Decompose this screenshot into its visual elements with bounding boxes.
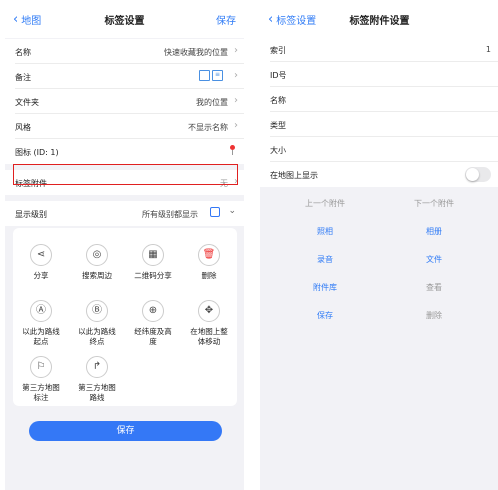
action-delete[interactable]: 🗑 删除 xyxy=(181,244,237,281)
action-label: 第三方地图路线 xyxy=(78,383,116,402)
cube-icon xyxy=(210,207,220,217)
image-icon xyxy=(199,70,210,81)
action-label: 分享 xyxy=(33,271,49,280)
row-value: 所有级别都显示 xyxy=(142,210,198,219)
row-label: 图标 (ID: 1) xyxy=(15,148,59,157)
row-type: 类型 xyxy=(260,112,498,137)
view-button[interactable]: 查看 xyxy=(379,282,489,293)
page-title: 标签设置 xyxy=(104,16,145,27)
settings-list: 名称 快速收藏我的位置 › 备注 ≡ › 文件夹 我的位置 › 风格 不显示名称… xyxy=(5,39,244,226)
action-qrcode[interactable]: ▦ 二维码分享 xyxy=(125,244,181,281)
list-icon: ≡ xyxy=(212,70,223,81)
camera-button[interactable]: 照相 xyxy=(270,226,380,237)
attachment-settings-panel: ‹ 标签设置 标签附件设置 索引 1 ID号 名称 类型 大小 在地图上显示 上… xyxy=(260,0,498,490)
nav-bar: ‹ 标签设置 标签附件设置 xyxy=(260,0,498,38)
qrcode-icon: ▦ xyxy=(142,244,164,266)
share-icon: ⋖ xyxy=(30,244,52,266)
trash-icon: 🗑 xyxy=(198,244,220,266)
row-id: ID号 xyxy=(260,62,498,87)
attachment-info-list: 索引 1 ID号 名称 类型 大小 在地图上显示 xyxy=(260,37,498,187)
action-share[interactable]: ⋖ 分享 xyxy=(13,244,69,281)
page-title: 标签附件设置 xyxy=(349,16,410,27)
action-label: 在地图上整体移动 xyxy=(190,327,228,346)
save-nav-button[interactable]: 保存 xyxy=(216,12,236,27)
globe-icon: ⊕ xyxy=(142,300,164,322)
action-label: 经纬度及高度 xyxy=(134,327,172,346)
chevron-right-icon: › xyxy=(234,45,238,56)
chevron-down-icon: ⌄ xyxy=(228,206,236,216)
chevron-right-icon: › xyxy=(234,120,238,131)
highlight-box xyxy=(13,164,238,185)
row-value: 1 xyxy=(485,45,491,54)
row-value: 我的位置 xyxy=(196,98,228,107)
row-label: 大小 xyxy=(270,146,286,155)
show-on-map-toggle[interactable] xyxy=(465,167,491,182)
row-label: 名称 xyxy=(270,96,286,105)
action-label: 以此为路线起点 xyxy=(22,327,60,346)
action-grid: ⋖ 分享 ◎ 搜索周边 ▦ 二维码分享 🗑 删除 Ⓐ 以此为路线起点 Ⓑ 以此为… xyxy=(13,228,237,406)
action-nearby[interactable]: ◎ 搜索周边 xyxy=(69,244,125,281)
delete-attachment-button[interactable]: 删除 xyxy=(379,310,489,321)
action-third-party-route[interactable]: ↱ 第三方地图路线 xyxy=(75,356,119,403)
action-label: 第三方地图标注 xyxy=(22,383,60,402)
row-index: 索引 1 xyxy=(260,37,498,62)
tag-settings-panel: ‹ 地图 标签设置 保存 名称 快速收藏我的位置 › 备注 ≡ › 文件夹 我的… xyxy=(5,0,244,490)
next-attachment-button[interactable]: 下一个附件 xyxy=(379,198,489,209)
route-start-icon: Ⓐ xyxy=(30,300,52,322)
row-size: 大小 xyxy=(260,137,498,162)
row-show-on-map: 在地图上显示 xyxy=(260,162,498,187)
row-label: 名称 xyxy=(15,48,31,57)
chevron-right-icon: › xyxy=(234,70,238,81)
action-label: 搜索周边 xyxy=(82,271,112,280)
action-coordinates[interactable]: ⊕ 经纬度及高度 xyxy=(131,300,175,347)
action-label: 二维码分享 xyxy=(134,271,172,280)
route-end-icon: Ⓑ xyxy=(86,300,108,322)
row-name[interactable]: 名称 快速收藏我的位置 › xyxy=(5,39,244,64)
nav-bar: ‹ 地图 标签设置 保存 xyxy=(5,0,244,38)
map-pin-stem xyxy=(232,150,233,155)
row-label: 风格 xyxy=(15,123,31,132)
move-icon: ✥ xyxy=(198,300,220,322)
album-button[interactable]: 相册 xyxy=(379,226,489,237)
action-label: 删除 xyxy=(201,271,217,280)
chevron-right-icon: › xyxy=(234,95,238,106)
save-button[interactable]: 保存 xyxy=(29,421,222,441)
file-button[interactable]: 文件 xyxy=(379,254,489,265)
row-label: 类型 xyxy=(270,121,286,130)
row-style[interactable]: 风格 不显示名称 › xyxy=(5,114,244,139)
record-button[interactable]: 录音 xyxy=(270,254,380,265)
row-display-level[interactable]: 显示级别 所有级别都显示 ⌄ xyxy=(5,201,244,226)
row-note[interactable]: 备注 ≡ › xyxy=(5,64,244,89)
row-label: 在地图上显示 xyxy=(270,171,318,180)
action-third-party-mark[interactable]: ⚐ 第三方地图标注 xyxy=(19,356,63,403)
row-icon[interactable]: 图标 (ID: 1) xyxy=(5,139,244,164)
action-move[interactable]: ✥ 在地图上整体移动 xyxy=(187,300,231,347)
row-label: 备注 xyxy=(15,73,31,82)
third-party-mark-icon: ⚐ xyxy=(30,356,52,378)
save-attachment-button[interactable]: 保存 xyxy=(270,310,380,321)
nearby-icon: ◎ xyxy=(86,244,108,266)
row-label: 文件夹 xyxy=(15,98,39,107)
prev-attachment-button[interactable]: 上一个附件 xyxy=(270,198,380,209)
row-name: 名称 xyxy=(260,87,498,112)
action-route-end[interactable]: Ⓑ 以此为路线终点 xyxy=(75,300,119,347)
row-label: 显示级别 xyxy=(15,210,47,219)
row-label: ID号 xyxy=(270,71,287,80)
row-value: 快速收藏我的位置 xyxy=(164,48,228,57)
third-party-route-icon: ↱ xyxy=(86,356,108,378)
attachment-library-button[interactable]: 附件库 xyxy=(270,282,380,293)
row-value: 不显示名称 xyxy=(188,123,228,132)
row-folder[interactable]: 文件夹 我的位置 › xyxy=(5,89,244,114)
action-label: 以此为路线终点 xyxy=(78,327,116,346)
action-route-start[interactable]: Ⓐ 以此为路线起点 xyxy=(19,300,63,347)
row-label: 索引 xyxy=(270,46,286,55)
